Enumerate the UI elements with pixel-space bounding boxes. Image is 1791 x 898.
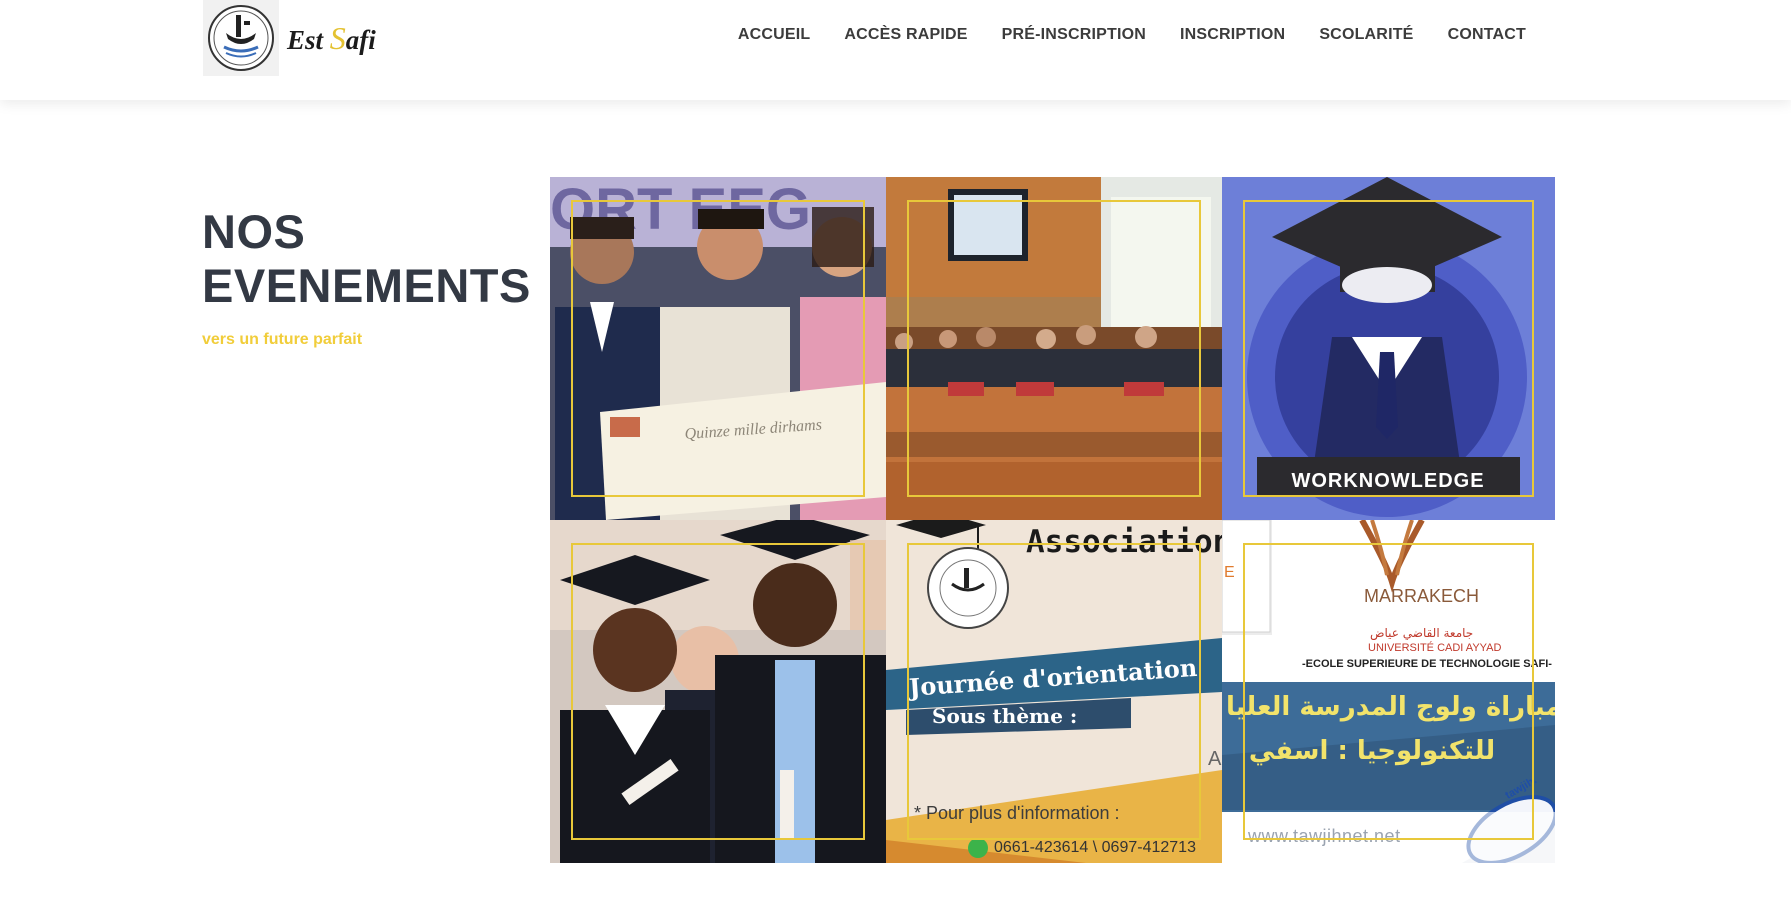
graduates-image	[550, 520, 886, 863]
flyer-brand: MARRAKECH	[1364, 586, 1480, 606]
phone-numbers: 0661-423614 \ 0697-412713	[968, 838, 1196, 858]
phone-numbers-text: 0661-423614 \ 0697-412713	[994, 839, 1196, 857]
event-tile-graduates[interactable]	[550, 520, 886, 863]
association-heading: Association	[1026, 524, 1222, 560]
flyer-arabic-line1: مباراة ولوج المدرسة العليا	[1226, 692, 1555, 722]
info-label: * Pour plus d'information :	[914, 803, 1120, 823]
nav-accueil[interactable]: ACCUEIL	[738, 26, 811, 44]
logo-word-afi: afi	[345, 24, 376, 55]
site-header: Est Safi ACCUEIL ACCÈS RAPIDE PRÉ-INSCRI…	[0, 0, 1791, 100]
nav-pre-inscription[interactable]: PRÉ-INSCRIPTION	[1002, 26, 1146, 44]
flyer-school: -ECOLE SUPERIEURE DE TECHNOLOGIE SAFI-	[1302, 658, 1552, 670]
main-nav: ACCUEIL ACCÈS RAPIDE PRÉ-INSCRIPTION INS…	[738, 26, 1526, 44]
school-emblem-icon	[203, 0, 279, 76]
nav-scolarite[interactable]: SCOLARITÉ	[1319, 26, 1413, 44]
est-safi-logo[interactable]: Est Safi	[203, 0, 376, 76]
nav-acces-rapide[interactable]: ACCÈS RAPIDE	[844, 26, 967, 44]
theme-ribbon-text: Sous thème :	[932, 704, 1078, 728]
event-tile-conference[interactable]	[886, 177, 1222, 520]
events-intro: NOS EVENEMENTS vers un future parfait	[202, 205, 532, 349]
flyer-university: UNIVERSITÉ CADI AYYAD	[1368, 642, 1502, 654]
logo-wordmark: Est Safi	[287, 20, 376, 57]
worknowledge-illustration: WORKNOWLEDGE	[1222, 177, 1555, 520]
conference-image	[886, 177, 1222, 520]
logo-letter-s: S	[329, 19, 346, 56]
flyer-arabic-university: جامعة القاضي عياض	[1370, 626, 1474, 640]
events-heading-line1: NOS	[202, 205, 306, 258]
worknowledge-label: WORKNOWLEDGE	[1291, 470, 1484, 492]
event-tile-award[interactable]: ORT EEG Quinze mille dirhams	[550, 177, 886, 520]
award-ceremony-image: ORT EEG Quinze mille dirhams	[550, 177, 886, 520]
events-subtitle: vers un future parfait	[202, 331, 363, 348]
event-tile-worknowledge[interactable]: WORKNOWLEDGE	[1222, 177, 1555, 520]
flyer-side-letter: E	[1224, 564, 1235, 581]
logo-word-est: Est	[287, 24, 324, 55]
flyer-website: www.tawjihnet.net	[1248, 826, 1401, 846]
event-tile-entrance-exam[interactable]: E MARRAKECH جامعة القاضي عياض UNIVERSITÉ…	[1222, 520, 1555, 863]
nav-contact[interactable]: CONTACT	[1448, 26, 1526, 44]
whatsapp-icon	[968, 838, 988, 858]
events-heading-line2: EVENEMENTS	[202, 259, 531, 312]
events-gallery: ORT EEG Quinze mille dirhams WORKNOWLEDG…	[550, 177, 1555, 863]
association-side-letter: A	[1208, 748, 1222, 770]
flyer-arabic-line2: للتكنولوجيا : اسفي	[1248, 736, 1496, 766]
events-heading: NOS EVENEMENTS	[202, 205, 532, 313]
nav-inscription[interactable]: INSCRIPTION	[1180, 26, 1285, 44]
event-tile-association[interactable]: Association Journée d'orientation Sous t…	[886, 520, 1222, 863]
